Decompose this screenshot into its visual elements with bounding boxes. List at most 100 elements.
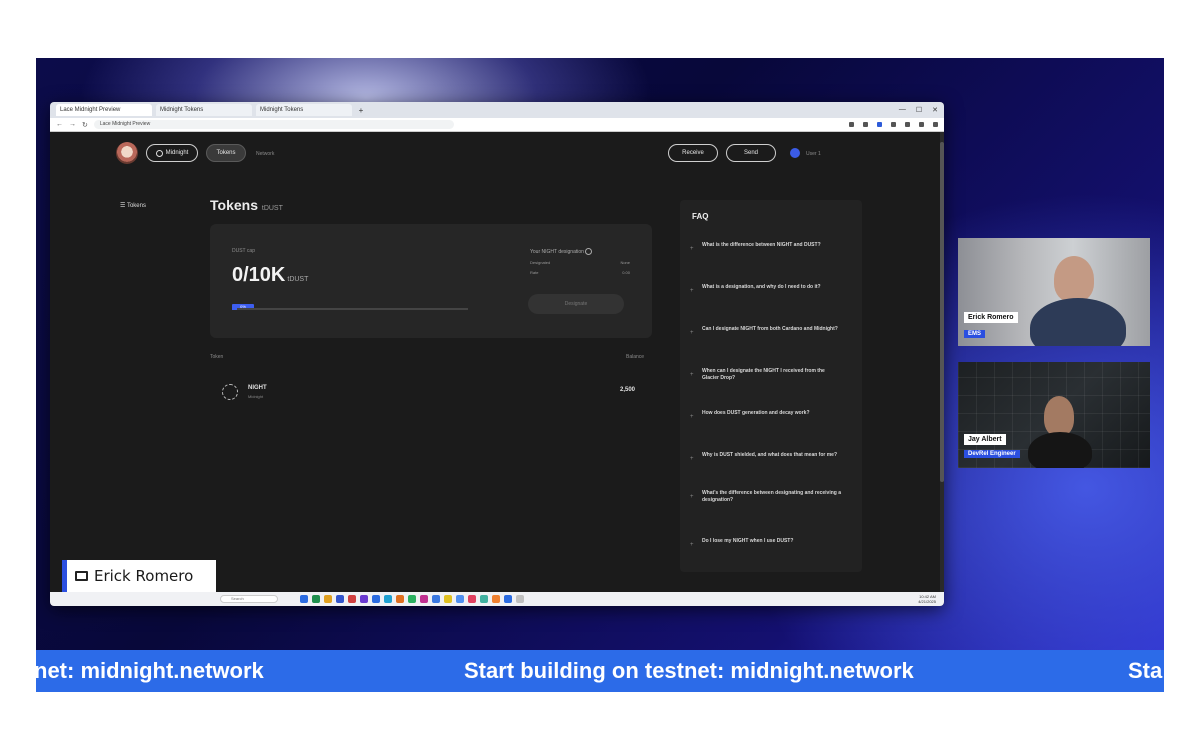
midnight-label: Midnight (165, 150, 189, 156)
forward-icon[interactable]: → (69, 121, 76, 128)
account-label[interactable]: User 1 (806, 151, 821, 157)
taskbar-app-icon[interactable] (516, 595, 524, 603)
extension-icon[interactable] (919, 122, 924, 127)
maximize-icon[interactable]: ☐ (916, 106, 922, 114)
taskbar-app-icon[interactable] (348, 595, 356, 603)
taskbar-clock[interactable]: 10:42 AM 4/21/2025 (918, 594, 936, 604)
taskbar-app-icon[interactable] (420, 595, 428, 603)
address-bar: ← → ↻ Lace Midnight Preview (50, 118, 944, 132)
browser-window: Lace Midnight Preview Midnight Tokens Mi… (50, 102, 944, 606)
nav-tokens-button[interactable]: Tokens (206, 144, 246, 162)
send-button[interactable]: Send (726, 144, 776, 162)
taskbar-app-icon[interactable] (360, 595, 368, 603)
taskbar-app-icon[interactable] (396, 595, 404, 603)
new-tab-icon[interactable]: + (356, 106, 366, 115)
designation-title: Your NIGHT designation (530, 248, 593, 255)
taskbar-app-icon[interactable] (372, 595, 380, 603)
presenter-name: Erick Romero (94, 567, 194, 585)
page-scrollbar[interactable] (940, 132, 944, 592)
faq-item[interactable]: + What's the difference between designati… (690, 490, 842, 504)
designation-row: Rate 0.00 (530, 270, 630, 275)
taskbar-search[interactable]: Search (220, 595, 278, 603)
taskbar-app-icon[interactable] (300, 595, 308, 603)
account-avatar[interactable] (790, 148, 800, 158)
participant-role: DevRel Engineer (964, 450, 1020, 458)
faq-item[interactable]: + How does DUST generation and decay work… (690, 410, 842, 420)
designation-title-text: Your NIGHT designation (530, 248, 584, 255)
taskbar-app-icon[interactable] (324, 595, 332, 603)
faq-question: What is the difference between NIGHT and… (702, 242, 821, 248)
dust-unit: tDUST (287, 276, 309, 283)
taskbar-app-icon[interactable] (408, 595, 416, 603)
faq-item[interactable]: + What is the difference between NIGHT an… (690, 242, 842, 252)
presenter-name-tag: Erick Romero (62, 560, 216, 592)
faq-item[interactable]: + Do I lose my NIGHT when I use DUST? (690, 538, 842, 548)
reload-icon[interactable]: ↻ (82, 121, 88, 129)
page-title-text: Tokens (210, 197, 258, 213)
back-icon[interactable]: ← (56, 121, 63, 128)
token-name[interactable]: NIGHT (248, 385, 267, 391)
receive-button[interactable]: Receive (668, 144, 718, 162)
participant-video-2: Jay Albert DevRel Engineer (958, 362, 1150, 468)
row-key: Designated (530, 260, 551, 265)
faq-title: FAQ (692, 212, 709, 221)
extension-icon[interactable] (905, 122, 910, 127)
minimize-icon[interactable]: — (899, 106, 906, 114)
nav-network-link[interactable]: Network (256, 151, 274, 157)
extension-icon[interactable] (863, 122, 868, 127)
expand-icon: + (690, 542, 694, 548)
taskbar-app-icons (300, 595, 524, 603)
os-taskbar: Search 10:42 AM 4/21/2025 (50, 592, 944, 606)
taskbar-app-icon[interactable] (384, 595, 392, 603)
taskbar-app-icon[interactable] (432, 595, 440, 603)
sidebar-item-tokens[interactable]: ☰ Tokens (120, 202, 146, 209)
info-icon[interactable] (585, 248, 593, 255)
extension-icon[interactable] (877, 122, 882, 127)
faq-question: Why is DUST shielded, and what does that… (702, 452, 838, 458)
taskbar-app-icon[interactable] (504, 595, 512, 603)
faq-item[interactable]: + What is a designation, and why do I nee… (690, 284, 842, 294)
stream-stage: Lace Midnight Preview Midnight Tokens Mi… (36, 58, 1164, 692)
designate-button[interactable]: Designate (528, 294, 624, 314)
browser-tab[interactable]: Midnight Tokens (156, 104, 252, 116)
clock-date: 4/21/2025 (918, 599, 936, 604)
browser-tab[interactable]: Midnight Tokens (256, 104, 352, 116)
expand-icon: + (690, 456, 694, 462)
ticker-banner: net: midnight.network Start building on … (36, 650, 1164, 692)
expand-icon: + (690, 288, 694, 294)
participant-figure (1054, 256, 1094, 302)
taskbar-app-icon[interactable] (336, 595, 344, 603)
url-field[interactable]: Lace Midnight Preview (93, 120, 454, 129)
taskbar-app-icon[interactable] (480, 595, 488, 603)
token-network: Midnight (248, 394, 264, 399)
night-token-icon (222, 384, 238, 400)
extension-icon[interactable] (891, 122, 896, 127)
lace-logo-icon (116, 142, 138, 164)
participant-name: Erick Romero (964, 312, 1018, 323)
sidebar-item-label: Tokens (126, 203, 146, 209)
expand-icon: + (690, 372, 694, 378)
browser-tab[interactable]: Lace Midnight Preview (56, 104, 152, 116)
taskbar-app-icon[interactable] (492, 595, 500, 603)
close-icon[interactable]: ✕ (932, 106, 938, 114)
faq-panel: FAQ + What is the difference between NIGH… (680, 200, 862, 572)
midnight-network-button[interactable]: Midnight (146, 144, 198, 162)
midnight-icon (155, 149, 163, 157)
taskbar-app-icon[interactable] (444, 595, 452, 603)
page-title-suffix: tDUST (261, 205, 283, 212)
taskbar-app-icon[interactable] (456, 595, 464, 603)
faq-item[interactable]: + Can I designate NIGHT from both Cardano… (690, 326, 842, 336)
row-value: None (620, 260, 630, 265)
ticker-fragment-right: Sta (1128, 658, 1163, 683)
token-balance: 2,500 (620, 387, 636, 393)
faq-item[interactable]: + Why is DUST shielded, and what does tha… (690, 452, 842, 462)
faq-item[interactable]: + When can I designate the NIGHT I receiv… (690, 368, 842, 382)
scrollbar-thumb[interactable] (940, 142, 944, 482)
extension-icon[interactable] (849, 122, 854, 127)
faq-question: Do I lose my NIGHT when I use DUST? (702, 538, 794, 544)
menu-icon[interactable] (933, 122, 938, 127)
taskbar-app-icon[interactable] (468, 595, 476, 603)
taskbar-app-icon[interactable] (312, 595, 320, 603)
expand-icon: + (690, 414, 694, 420)
participant-body (1028, 432, 1092, 468)
